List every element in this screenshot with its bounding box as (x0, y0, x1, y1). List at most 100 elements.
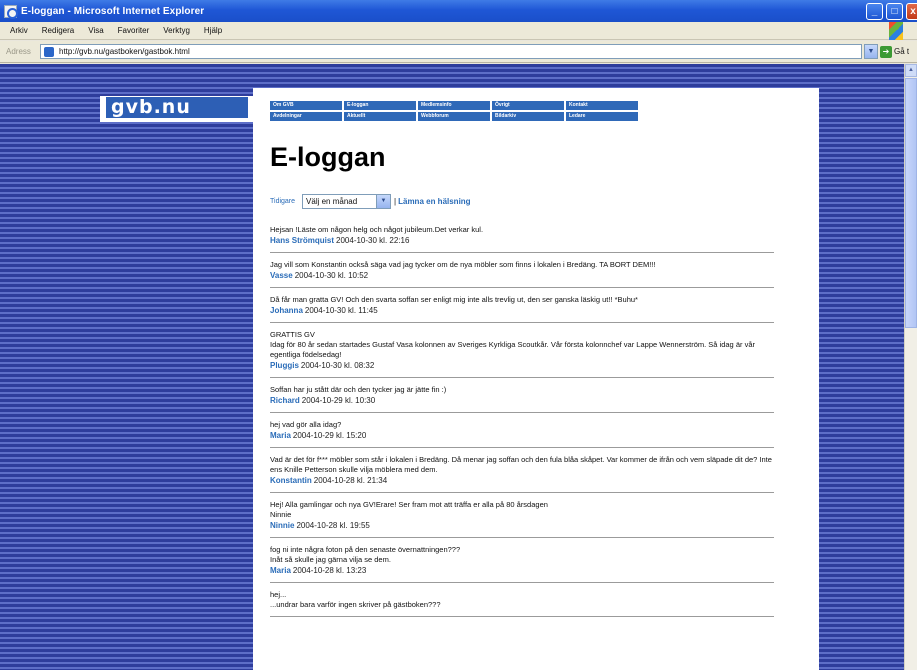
entry-meta: Ninnie 2004-10-28 kl. 19:55 (270, 520, 774, 531)
guestbook-entry: Vad är det för f*** möbler som står i lo… (270, 455, 774, 493)
nav-webbforum[interactable]: Webbforum (418, 112, 490, 121)
guestbook-entry: Då får man gratta GV! Och den svarta sof… (270, 295, 774, 323)
entry-message: Jag vill som Konstantin också säga vad j… (270, 260, 656, 269)
entry-author-link[interactable]: Ninnie (270, 521, 294, 530)
address-label: Adress (6, 47, 31, 56)
nav-kontakt[interactable]: Kontakt (566, 101, 638, 110)
entry-date: 2004-10-29 kl. 15:20 (292, 431, 367, 440)
logo-panel: gvb.nu (100, 96, 253, 122)
menu-item-arkiv[interactable]: Arkiv (10, 26, 28, 35)
entry-author-link[interactable]: Maria (270, 431, 291, 440)
go-label: Gå t (894, 47, 910, 56)
content-page: Om GVB E-loggan Medlemsinfo Övrigt Konta… (253, 88, 819, 670)
site-nav: Om GVB E-loggan Medlemsinfo Övrigt Konta… (270, 101, 638, 121)
page-icon (44, 47, 54, 57)
guestbook-entry: GRATTIS GV Idag för 80 år sedan startades… (270, 330, 774, 378)
menu-item-favoriter[interactable]: Favoriter (118, 26, 150, 35)
address-bar: Adress http://gvb.nu/gastboken/gastbok.h… (0, 41, 917, 63)
entry-message: GRATTIS GV (270, 330, 315, 339)
go-arrow-icon: ➔ (880, 45, 892, 58)
entry-date: 2004-10-30 kl. 22:16 (336, 236, 410, 245)
page-title: E-loggan (270, 142, 386, 172)
maximize-button[interactable]: □ (886, 3, 903, 20)
entry-message: ...undrar bara varför ingen skriver på g… (270, 600, 441, 609)
entry-date: 2004-10-28 kl. 21:34 (313, 476, 388, 485)
entry-date: 2004-10-30 kl. 10:52 (294, 271, 369, 280)
nav-avdelningar[interactable]: Avdelningar (270, 112, 342, 121)
menu-item-visa[interactable]: Visa (88, 26, 103, 35)
nav-medlemsinfo[interactable]: Medlemsinfo (418, 101, 490, 110)
entry-author-link[interactable]: Pluggis (270, 361, 299, 370)
entry-author-link[interactable]: Vasse (270, 271, 293, 280)
leave-greeting-link[interactable]: Lämna en hälsning (398, 197, 470, 206)
address-url: http://gvb.nu/gastboken/gastbok.html (59, 47, 190, 56)
entry-message: Ninnie (270, 510, 292, 519)
ie-icon (4, 4, 18, 19)
nav-ovrigt[interactable]: Övrigt (492, 101, 564, 110)
entry-author-link[interactable]: Hans Strömquist (270, 236, 334, 245)
separator: | (394, 197, 397, 206)
guestbook-entry: Hej! Alla gamlingar och nya GV!Erare! Se… (270, 500, 774, 538)
entry-meta: Pluggis 2004-10-30 kl. 08:32 (270, 360, 774, 371)
entry-date: 2004-10-28 kl. 19:55 (296, 521, 370, 530)
vertical-scrollbar[interactable]: ▲ (904, 64, 917, 670)
month-select[interactable]: Välj en månad ▼ (302, 194, 392, 209)
nav-om-gvb[interactable]: Om GVB (270, 101, 342, 110)
close-button[interactable]: x (906, 3, 917, 20)
entry-meta: Konstantin 2004-10-28 kl. 21:34 (270, 475, 774, 486)
menu-item-verktyg[interactable]: Verktyg (163, 26, 190, 35)
time-label: Tidigare (270, 198, 296, 205)
site-logo[interactable]: gvb.nu (106, 97, 248, 118)
scroll-thumb[interactable] (905, 78, 917, 328)
go-button[interactable]: ➔ Gå t (880, 44, 909, 59)
guestbook-entries: Hejsan !Läste om någon helg och något ju… (270, 225, 774, 624)
guestbook-entry: Jag vill som Konstantin också säga vad j… (270, 260, 774, 288)
entry-author-link[interactable]: Richard (270, 396, 300, 405)
guestbook-controls: Tidigare Välj en månad ▼ | Lämna en häls… (270, 194, 471, 209)
entry-meta: Johanna 2004-10-30 kl. 11:45 (270, 305, 774, 316)
chevron-down-icon[interactable]: ▼ (376, 195, 391, 208)
minimize-button[interactable]: _ (866, 3, 883, 20)
entry-date: 2004-10-30 kl. 08:32 (300, 361, 375, 370)
window-title: E-loggan - Microsoft Internet Explorer (21, 5, 205, 17)
entry-author-link[interactable]: Maria (270, 566, 291, 575)
browser-viewport: gvb.nu Om GVB E-loggan Medlemsinfo Övrig… (0, 64, 904, 670)
windows-logo-icon (889, 22, 903, 40)
window-titlebar: E-loggan - Microsoft Internet Explorer _… (0, 0, 917, 22)
entry-date: 2004-10-30 kl. 11:45 (304, 306, 378, 315)
menu-item-hjalp[interactable]: Hjälp (204, 26, 222, 35)
entry-message: Idag för 80 år sedan startades Gustaf Va… (270, 340, 755, 359)
entry-author-link[interactable]: Konstantin (270, 476, 312, 485)
entry-meta: Maria 2004-10-28 kl. 13:23 (270, 565, 774, 576)
entry-message: hej vad gör alla idag? (270, 420, 342, 429)
entry-meta: Richard 2004-10-29 kl. 10:30 (270, 395, 774, 406)
entry-message: Hejsan !Läste om någon helg och något ju… (270, 225, 484, 234)
nav-e-loggan[interactable]: E-loggan (344, 101, 416, 110)
guestbook-entry: hej vad gör alla idag? Maria 2004-10-29 kl… (270, 420, 774, 448)
entry-message: Inåt så skulle jag gärna vilja se dem. (270, 555, 391, 564)
entry-author-link[interactable]: Johanna (270, 306, 303, 315)
entry-meta: Hans Strömquist 2004-10-30 kl. 22:16 (270, 235, 774, 246)
entry-date: 2004-10-29 kl. 10:30 (301, 396, 376, 405)
entry-message: fog ni inte några foton på den senaste ö… (270, 545, 461, 554)
guestbook-entry: hej... ...undrar bara varför ingen skrive… (270, 590, 774, 617)
entry-meta: Vasse 2004-10-30 kl. 10:52 (270, 270, 774, 281)
nav-aktuellt[interactable]: Aktuellt (344, 112, 416, 121)
entry-message: Vad är det för f*** möbler som står i lo… (270, 455, 772, 474)
scroll-up-icon[interactable]: ▲ (905, 64, 917, 77)
address-dropdown-button[interactable]: ▼ (864, 44, 878, 59)
entry-message: Soffan har ju stått där och den tycker j… (270, 385, 447, 394)
menu-item-redigera[interactable]: Redigera (42, 26, 74, 35)
menu-bar: Arkiv Redigera Visa Favoriter Verktyg Hj… (0, 22, 917, 40)
entry-meta: Maria 2004-10-29 kl. 15:20 (270, 430, 774, 441)
entry-date: 2004-10-28 kl. 13:23 (292, 566, 367, 575)
nav-ledare[interactable]: Ledare (566, 112, 638, 121)
entry-message: Hej! Alla gamlingar och nya GV!Erare! Se… (270, 500, 548, 509)
entry-message: Då får man gratta GV! Och den svarta sof… (270, 295, 638, 304)
entry-message: hej... (270, 590, 287, 599)
month-select-value: Välj en månad (306, 197, 358, 206)
guestbook-entry: Soffan har ju stått där och den tycker j… (270, 385, 774, 413)
guestbook-entry: Hejsan !Läste om någon helg och något ju… (270, 225, 774, 253)
address-input[interactable]: http://gvb.nu/gastboken/gastbok.html (40, 44, 862, 59)
nav-bildarkiv[interactable]: Bildarkiv (492, 112, 564, 121)
